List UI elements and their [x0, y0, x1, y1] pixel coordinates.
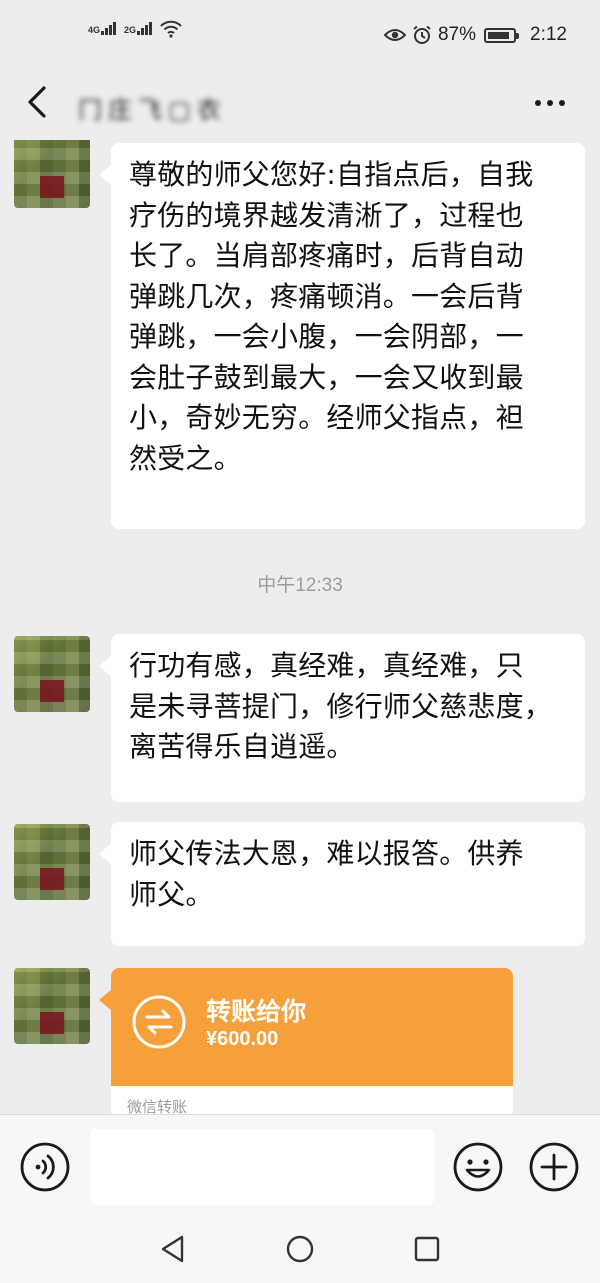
transfer-arrows-icon: [132, 995, 186, 1049]
back-chevron-icon[interactable]: [20, 82, 56, 122]
message-line: 弹跳几次，疼痛顿消。一会后背: [129, 279, 524, 313]
status-right: 87% 2:12: [383, 24, 567, 46]
message-timestamp: 中午12:33: [257, 575, 343, 596]
transfer-footer: 微信转账: [127, 1098, 188, 1115]
input-bar: [0, 1114, 600, 1216]
alarm-icon: [413, 25, 431, 44]
message-bubble[interactable]: 行功有感，真经难，真经难，只 是未寻菩提门，修行师父慈悲度， 离苦得乐自逍遥。: [99, 634, 585, 802]
message-line: 弹跳，一会小腹，一会阴部，一: [129, 320, 524, 353]
message-input[interactable]: [90, 1129, 434, 1205]
wifi-icon: [160, 20, 182, 38]
voice-icon[interactable]: [19, 1141, 71, 1193]
chat-header: 冂庄飞▢衣: [0, 68, 600, 140]
nav-back-icon[interactable]: [158, 1234, 188, 1264]
transfer-amount: ¥600.00: [206, 1028, 279, 1050]
status-bar: 4G 2G 87% 2:12: [0, 0, 600, 68]
message-line: 然受之。: [129, 441, 242, 475]
more-dots-icon[interactable]: [530, 88, 570, 118]
nav-recent-icon[interactable]: [413, 1235, 441, 1263]
emoji-icon[interactable]: [452, 1141, 504, 1193]
avatar[interactable]: [14, 140, 90, 208]
transfer-card[interactable]: 转账给你 ¥600.00 微信转账: [99, 968, 513, 1115]
message-line: 师父。: [129, 877, 214, 911]
message-line: 尊敬的师父您好:自指点后，自我: [129, 158, 534, 191]
message-bubble[interactable]: 师父传法大恩，难以报答。供养 师父。: [99, 822, 585, 946]
message-line: 疗伤的境界越发清淅了，过程也: [129, 198, 524, 232]
transfer-title: 转账给你: [206, 997, 307, 1026]
avatar[interactable]: [14, 968, 90, 1044]
avatar[interactable]: [14, 824, 90, 900]
message-line: 会肚子鼓到最大，一会又收到最: [129, 360, 524, 394]
clock: 2:12: [530, 24, 567, 45]
eye-icon: [383, 29, 406, 41]
message-line: 小，奇妙无穷。经师父指点，袒: [129, 401, 524, 434]
chat-title: 冂庄飞▢衣: [78, 96, 227, 124]
sim2-label: 2G: [124, 25, 137, 35]
sim1-label: 4G: [88, 25, 101, 35]
nav-home-icon[interactable]: [285, 1234, 315, 1264]
chat-area[interactable]: 尊敬的师父您好:自指点后，自我 疗伤的境界越发清淅了，过程也 长了。当肩部疼痛时…: [0, 140, 600, 1115]
message-bubble[interactable]: 尊敬的师父您好:自指点后，自我 疗伤的境界越发清淅了，过程也 长了。当肩部疼痛时…: [99, 143, 585, 529]
message-line: 离苦得乐自逍遥。: [129, 730, 355, 763]
sim1-signal-icon: 4G: [88, 22, 117, 35]
message-line: 师父传法大恩，难以报答。供养: [129, 837, 524, 870]
message-line: 行功有感，真经难，真经难，只: [129, 649, 524, 682]
plus-icon[interactable]: [528, 1141, 580, 1193]
battery-icon: [484, 27, 520, 43]
battery-percent: 87%: [437, 24, 477, 45]
message-line: 长了。当肩部疼痛时，后背自动: [129, 239, 524, 272]
sim2-signal-icon: 2G: [124, 22, 153, 35]
system-nav-bar: [0, 1216, 600, 1283]
message-line: 是未寻菩提门，修行师父慈悲度，: [129, 689, 553, 723]
avatar[interactable]: [14, 636, 90, 712]
